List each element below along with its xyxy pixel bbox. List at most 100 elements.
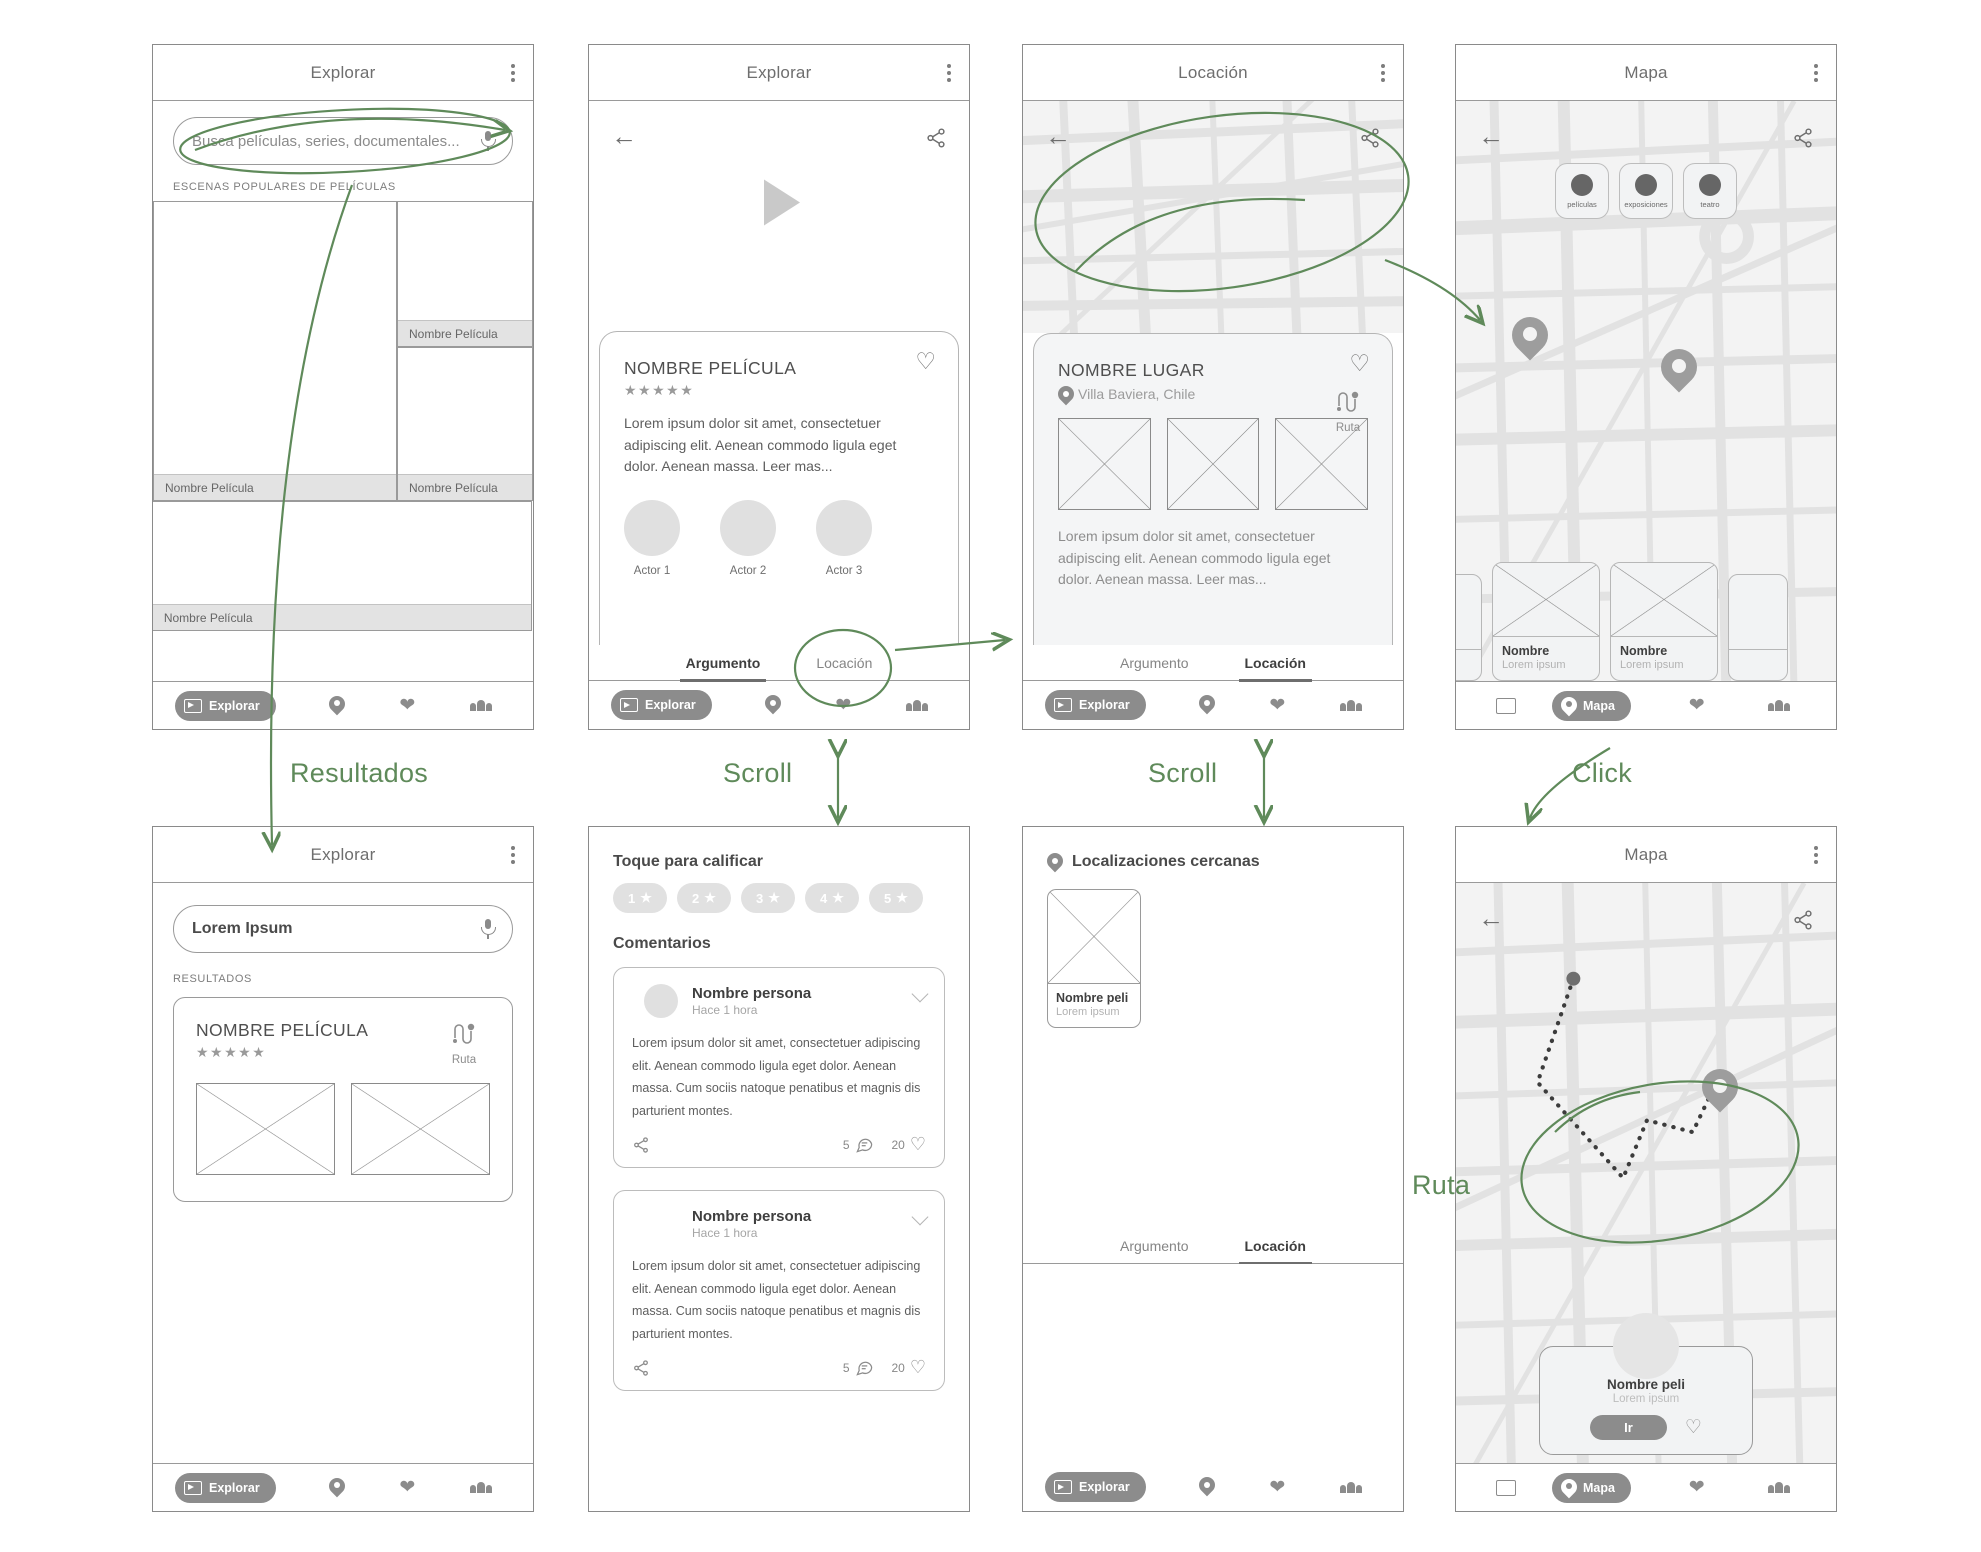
overflow-menu-icon[interactable]: [1814, 63, 1818, 82]
overflow-menu-icon[interactable]: [947, 63, 951, 82]
share-icon[interactable]: [1792, 909, 1814, 936]
share-icon[interactable]: [632, 1136, 650, 1154]
tab-locacion[interactable]: Locación: [816, 655, 872, 680]
map-pin-icon[interactable]: [1199, 1477, 1215, 1497]
share-icon[interactable]: [632, 1359, 650, 1377]
place-card[interactable]: Nombre Lorem ipsum: [1610, 562, 1718, 681]
favorites-heart-icon[interactable]: ❤: [399, 696, 415, 715]
map-marker[interactable]: [1653, 341, 1705, 393]
location-map-preview[interactable]: ←: [1023, 101, 1403, 333]
microphone-icon[interactable]: [481, 131, 496, 151]
nav-item-explore[interactable]: Explorar: [175, 1472, 276, 1503]
film-icon[interactable]: [1496, 697, 1516, 714]
map-marker[interactable]: [1504, 309, 1556, 361]
actor-item[interactable]: Actor 2: [720, 500, 776, 577]
community-people-icon[interactable]: [1339, 699, 1362, 711]
tab-argumento[interactable]: Argumento: [679, 655, 766, 682]
favorite-heart-icon[interactable]: ♡: [915, 350, 936, 373]
tab-argumento[interactable]: Argumento: [1120, 1238, 1188, 1263]
film-icon[interactable]: [1496, 1479, 1516, 1496]
photo-placeholder[interactable]: [1275, 418, 1369, 510]
rating-chip[interactable]: 4 ★: [805, 883, 859, 913]
favorites-heart-icon[interactable]: ❤: [1689, 696, 1705, 715]
comment-count[interactable]: 5: [843, 1135, 874, 1154]
overflow-menu-icon[interactable]: [1814, 845, 1818, 864]
rating-chip[interactable]: 5 ★: [869, 883, 923, 913]
favorites-heart-icon[interactable]: ❤: [399, 1478, 415, 1497]
nav-item-explore[interactable]: Explorar: [611, 690, 712, 720]
microphone-icon[interactable]: [481, 919, 496, 939]
overflow-menu-icon[interactable]: [1381, 63, 1385, 82]
rating-chip[interactable]: 1 ★: [613, 883, 667, 913]
filter-chip-peliculas[interactable]: películas: [1555, 163, 1609, 219]
like-count[interactable]: 20 ♡: [892, 1134, 927, 1155]
filter-chip-exposiciones[interactable]: exposiciones: [1619, 163, 1673, 219]
share-icon[interactable]: [1792, 127, 1814, 154]
community-people-icon[interactable]: [905, 699, 928, 711]
favorite-heart-icon[interactable]: ♡: [1685, 1416, 1702, 1439]
result-card[interactable]: Ruta NOMBRE PELÍCULA ★★★★★: [173, 997, 513, 1202]
map-canvas[interactable]: ← películas exposiciones teatro Nombre L…: [1456, 101, 1836, 681]
back-arrow-icon[interactable]: ←: [1478, 905, 1504, 931]
community-people-icon[interactable]: [469, 700, 492, 711]
tab-locacion[interactable]: Locación: [1238, 1238, 1313, 1264]
photo-placeholder[interactable]: [1058, 418, 1151, 510]
comment-card[interactable]: Nombre persona Hace 1 hora Lorem ipsum d…: [613, 1190, 945, 1391]
overflow-menu-icon[interactable]: [511, 63, 515, 82]
back-arrow-icon[interactable]: ←: [611, 123, 637, 149]
search-input[interactable]: Lorem Ipsum: [173, 905, 513, 953]
place-card[interactable]: [1456, 574, 1482, 681]
movie-tile[interactable]: Nombre Película: [153, 201, 397, 501]
actor-item[interactable]: Actor 1: [624, 500, 680, 577]
map-pin-icon[interactable]: [1199, 695, 1215, 715]
favorite-heart-icon[interactable]: ♡: [1349, 352, 1370, 375]
movie-tile[interactable]: Nombre Película: [397, 201, 533, 347]
map-pin-icon[interactable]: [329, 1478, 345, 1498]
share-icon[interactable]: [1359, 127, 1381, 154]
nav-item-explore[interactable]: Explorar: [1045, 690, 1146, 720]
route-button[interactable]: Ruta: [438, 1020, 490, 1066]
actor-item[interactable]: Actor 3: [816, 500, 872, 577]
place-card[interactable]: [1728, 574, 1788, 681]
thumbnail-placeholder: [1493, 563, 1599, 637]
favorites-heart-icon[interactable]: ❤: [1269, 1478, 1285, 1497]
map-pin-icon[interactable]: [765, 695, 781, 715]
play-icon[interactable]: [748, 172, 810, 239]
map-pin-icon[interactable]: [329, 696, 345, 716]
photo-placeholder[interactable]: [1166, 418, 1260, 510]
nearby-card[interactable]: Nombre peli Lorem ipsum: [1047, 889, 1141, 1028]
nav-item-map[interactable]: Mapa: [1552, 690, 1631, 721]
tab-locacion[interactable]: Locación: [1238, 655, 1313, 682]
community-people-icon[interactable]: [1339, 1481, 1362, 1493]
tab-argumento[interactable]: Argumento: [1120, 655, 1188, 680]
nav-item-explore[interactable]: Explorar: [175, 690, 276, 721]
favorites-heart-icon[interactable]: ❤: [1689, 1478, 1705, 1497]
favorites-heart-icon[interactable]: ❤: [835, 696, 851, 715]
community-people-icon[interactable]: [469, 1482, 492, 1493]
like-count[interactable]: 20 ♡: [892, 1357, 927, 1378]
rating-chip[interactable]: 2 ★: [677, 883, 731, 913]
filter-chip-teatro[interactable]: teatro: [1683, 163, 1737, 219]
photo-placeholder[interactable]: [351, 1083, 490, 1175]
movie-tile[interactable]: Nombre Película: [397, 347, 533, 501]
movie-tile[interactable]: Nombre Película: [153, 501, 532, 631]
share-icon[interactable]: [925, 127, 947, 154]
map-canvas[interactable]: ← Nombre peli Lorem ipsum Ir ♡: [1456, 883, 1836, 1463]
comment-count[interactable]: 5: [843, 1358, 874, 1377]
back-arrow-icon[interactable]: ←: [1478, 123, 1504, 149]
favorites-heart-icon[interactable]: ❤: [1269, 696, 1285, 715]
comment-card[interactable]: Nombre persona Hace 1 hora Lorem ipsum d…: [613, 967, 945, 1168]
nav-item-map[interactable]: Mapa: [1552, 1472, 1631, 1503]
community-people-icon[interactable]: [1768, 1482, 1791, 1493]
photo-placeholder[interactable]: [196, 1083, 335, 1175]
search-input[interactable]: Busca películas, series, documentales...: [173, 117, 513, 165]
community-people-icon[interactable]: [1768, 700, 1791, 711]
place-card[interactable]: Nombre Lorem ipsum: [1492, 562, 1600, 681]
rating-chip[interactable]: 3 ★: [741, 883, 795, 913]
go-button[interactable]: Ir: [1590, 1415, 1667, 1440]
destination-card[interactable]: Nombre peli Lorem ipsum Ir ♡: [1539, 1313, 1753, 1455]
overflow-menu-icon[interactable]: [511, 845, 515, 864]
nav-item-explore[interactable]: Explorar: [1045, 1472, 1146, 1502]
back-arrow-icon[interactable]: ←: [1045, 123, 1071, 149]
destination-marker[interactable]: [1694, 1061, 1746, 1113]
